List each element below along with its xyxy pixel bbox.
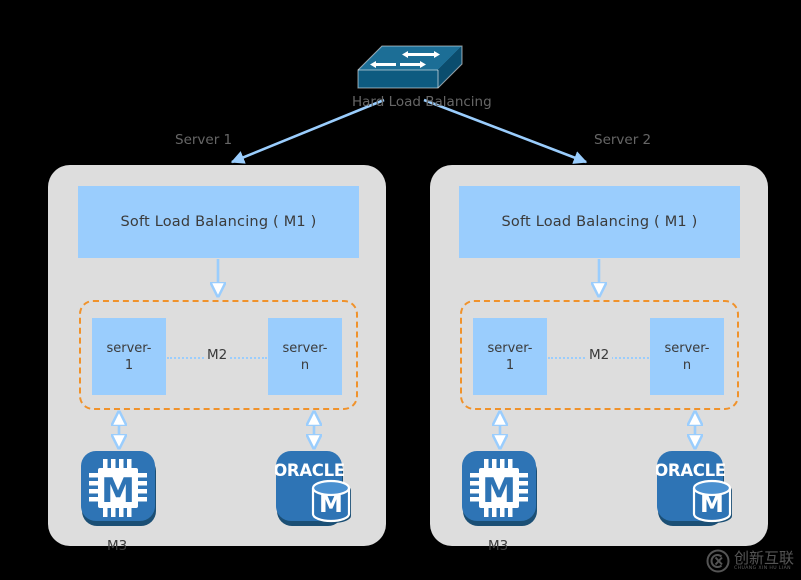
soft-load-balancing-box-right[interactable]: Soft Load Balancing ( M1 )	[459, 186, 740, 258]
network-switch-icon	[356, 44, 464, 96]
m3-label-left: M3	[107, 538, 128, 554]
server-2-label: Server 2	[594, 132, 652, 148]
oracle-database-icon-right[interactable]: ORACLE M	[654, 450, 734, 528]
memcached-letter: M	[101, 471, 135, 511]
diagram-canvas: Hard Load Balancing Server 1 Server 2 So…	[0, 0, 801, 580]
svg-text:ORACLE: ORACLE	[656, 461, 726, 480]
svg-text:ORACLE: ORACLE	[275, 461, 345, 480]
soft-load-balancing-box-left[interactable]: Soft Load Balancing ( M1 )	[78, 186, 359, 258]
memcached-icon-left[interactable]: M	[80, 450, 158, 528]
watermark: 创新互联 CHUANG XIN HU LIAN	[706, 546, 798, 576]
svg-text:M: M	[319, 490, 343, 518]
memcached-icon-right[interactable]: M	[461, 450, 539, 528]
node-box-server-n-left[interactable]: server- n	[268, 318, 342, 395]
watermark-text-cn: 创新互联	[734, 548, 795, 567]
svg-text:M: M	[482, 471, 516, 511]
node-box-server-1-left[interactable]: server- 1	[92, 318, 166, 395]
m2-label-right: M2	[586, 347, 613, 363]
node-box-server-n-right[interactable]: server- n	[650, 318, 724, 395]
svg-text:M: M	[700, 490, 724, 518]
oracle-database-icon-left[interactable]: ORACLE M	[273, 450, 353, 528]
m3-label-right: M3	[488, 538, 509, 554]
hard-load-balancing-label: Hard Load Balancing	[352, 94, 492, 110]
server-1-label: Server 1	[175, 132, 233, 148]
cx-circle-logo	[706, 549, 730, 573]
node-box-server-1-right[interactable]: server- 1	[473, 318, 547, 395]
watermark-text-pinyin: CHUANG XIN HU LIAN	[734, 565, 791, 571]
m2-label-left: M2	[204, 347, 231, 363]
